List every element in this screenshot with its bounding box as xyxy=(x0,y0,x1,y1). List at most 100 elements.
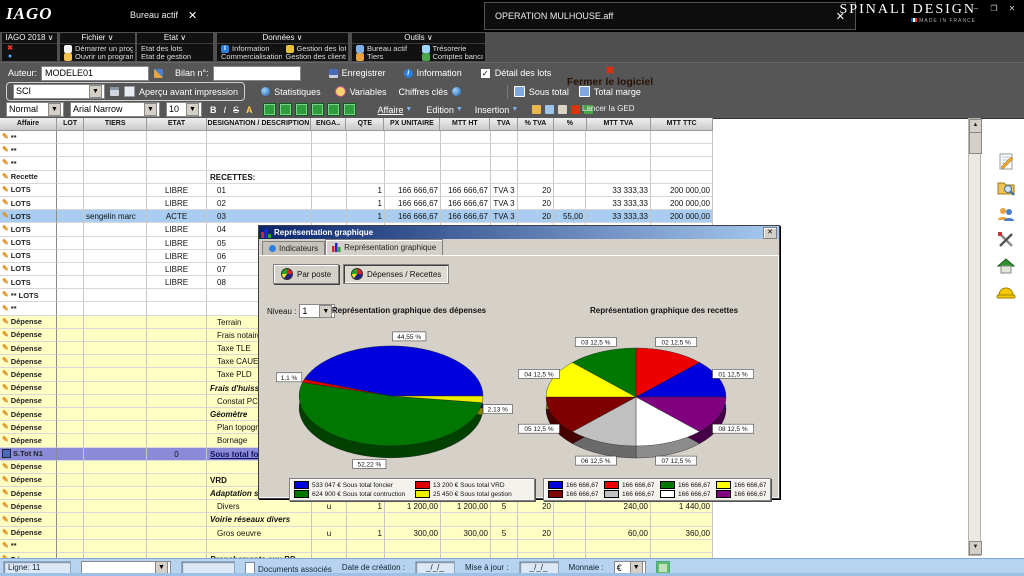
ribbon-item[interactable]: Démarrer un programme xyxy=(62,45,133,53)
strike-button[interactable]: S xyxy=(233,105,239,115)
ribbon-group-title[interactable]: IAGO 2018 ∨ xyxy=(2,33,57,44)
bold-button[interactable]: B xyxy=(210,105,217,115)
cell-t xyxy=(84,316,147,329)
column-header-mtt-ht: MTT HT xyxy=(440,118,490,131)
cell-a: ✎** xyxy=(0,540,57,553)
vertical-scrollbar[interactable]: ▲ ▼ xyxy=(968,118,981,556)
cell-lot xyxy=(57,355,84,368)
lancer-la-ged-button[interactable]: Lancer la GED xyxy=(582,104,634,113)
cell-t xyxy=(84,237,147,250)
table-row[interactable]: ✎DépenseVoirie réseaux divers xyxy=(0,513,713,526)
apercu-button[interactable]: Aperçu avant impression xyxy=(124,86,238,97)
cell-e xyxy=(147,316,207,329)
document-edit-icon[interactable] xyxy=(996,152,1016,172)
statistiques-button[interactable]: Statistiques xyxy=(261,87,321,97)
style-select[interactable]: Normal▼ xyxy=(6,102,64,117)
bilan-input[interactable] xyxy=(213,66,301,81)
italic-button[interactable]: I xyxy=(224,105,227,115)
table-row[interactable]: ✎** xyxy=(0,144,713,157)
table-row[interactable]: ✎** xyxy=(0,131,713,144)
menu-affaire[interactable]: Affaire▼ xyxy=(378,105,413,115)
ribbon-item[interactable]: Bureau actif xyxy=(354,45,418,53)
table-format-icon[interactable] xyxy=(343,103,356,116)
menu-insertion[interactable]: Insertion▼ xyxy=(475,105,518,115)
depenses-recettes-button[interactable]: Dépenses / Recettes xyxy=(343,264,449,284)
ribbon-item[interactable]: Ouvrir un programme xyxy=(62,53,133,61)
tab-operation-mulhouse[interactable]: OPERATION MULHOUSE.aff ✕ xyxy=(484,2,856,30)
ribbon-group-title[interactable]: Outils ∨ xyxy=(352,33,485,44)
table-row[interactable]: ✎** xyxy=(0,540,713,553)
close-icon[interactable]: ✕ xyxy=(188,9,197,22)
tools-icon[interactable] xyxy=(996,230,1016,250)
table-row[interactable]: ✎LOTSLIBRE011166 666,67166 666,67TVA 320… xyxy=(0,184,713,197)
detail-des-lots-checkbox[interactable]: ✓ Détail des lots xyxy=(480,68,552,79)
menu-edition[interactable]: Edition▼ xyxy=(426,105,462,115)
font-size-select[interactable]: 10▼ xyxy=(166,102,202,117)
close-button[interactable]: ✕ xyxy=(1006,4,1018,13)
enregistrer-button[interactable]: Enregistrer xyxy=(329,68,386,78)
dialog-titlebar[interactable]: Représentation graphique ✕ xyxy=(259,226,779,239)
helmet-icon[interactable] xyxy=(996,282,1016,302)
copy-icon[interactable] xyxy=(545,105,554,114)
printer-icon[interactable] xyxy=(110,87,119,96)
ribbon-group-title[interactable]: Données ∨ xyxy=(217,33,348,44)
pencil-icon: ✎ xyxy=(2,384,9,392)
table-row[interactable]: ✎DépenseDiversu11 200,001 200,00520240,0… xyxy=(0,500,713,513)
table-format-icon[interactable] xyxy=(295,103,308,116)
table-row[interactable]: ✎LOTSLIBRE021166 666,67166 666,67TVA 320… xyxy=(0,197,713,210)
ribbon-item[interactable]: Gestion des lots xyxy=(284,45,347,53)
tab-indicateurs[interactable]: Indicateurs xyxy=(262,241,325,255)
table-row[interactable]: ✎RecetteRECETTES: xyxy=(0,171,713,184)
ribbon-item[interactable]: Trésorerie xyxy=(420,45,484,53)
fermer-le-logiciel-button[interactable]: ✖ Fermer le logiciel xyxy=(560,66,660,88)
delete-icon[interactable] xyxy=(571,105,580,114)
documents-associes-button[interactable]: Documents associés xyxy=(245,562,332,574)
ribbon-item[interactable]: Comptes bancaires xyxy=(420,53,484,61)
folder-search-icon[interactable] xyxy=(996,178,1016,198)
legend-item: 166 666,67 € 04 xyxy=(716,481,766,489)
dialog-tabs: Indicateurs Représentation graphique xyxy=(259,239,779,256)
scrollbar-thumb[interactable] xyxy=(969,132,982,154)
ribbon-item[interactable]: Etat des lots xyxy=(139,45,211,53)
par-poste-button[interactable]: Par poste xyxy=(273,264,339,284)
ribbon-group-3: Etat ∨ Etat des lotsEtat de gestionEtat … xyxy=(137,33,213,61)
restore-button[interactable]: ❐ xyxy=(988,4,1000,13)
ribbon-group-title[interactable]: Fichier ∨ xyxy=(60,33,135,44)
paste-icon[interactable] xyxy=(558,105,567,114)
chiffres-cles-button[interactable]: Chiffres clés xyxy=(398,87,460,97)
table-format-icon[interactable] xyxy=(327,103,340,116)
ribbon-item[interactable]: ✖ xyxy=(4,45,55,53)
table-format-icon[interactable] xyxy=(263,103,276,116)
auteur-input[interactable]: MODELE01 xyxy=(41,66,149,81)
table-row[interactable]: ✎DépenseGros oeuvreu1300,00300,0052060,0… xyxy=(0,527,713,540)
ribbon-item[interactable]: Etat de gestion xyxy=(139,53,211,61)
ribbon-item[interactable]: Tiers xyxy=(354,53,418,61)
cell-lot xyxy=(57,263,84,276)
ribbon-item[interactable]: ● xyxy=(4,53,55,61)
ribbon-group-title[interactable]: Etat ∨ xyxy=(137,33,213,44)
font-select[interactable]: Arial Narrow▼ xyxy=(70,102,160,117)
house-icon[interactable] xyxy=(996,256,1016,276)
users-icon[interactable] xyxy=(996,204,1016,224)
tab-bureau-actif[interactable]: Bureau actif ✕ xyxy=(120,2,207,28)
ribbon-item[interactable]: Gestion des clients xyxy=(284,53,347,61)
legend-item: 166 666,67 € 03 xyxy=(660,481,710,489)
cut-icon[interactable] xyxy=(532,105,541,114)
information-button[interactable]: i Information xyxy=(404,68,462,78)
tab-representation-graphique[interactable]: Représentation graphique xyxy=(325,239,443,255)
scroll-down-button[interactable]: ▼ xyxy=(969,541,982,555)
scroll-up-button[interactable]: ▲ xyxy=(969,119,982,133)
cell-lot xyxy=(57,316,84,329)
table-row[interactable]: ✎LOTSsengelin marcACTE031166 666,67166 6… xyxy=(0,210,713,223)
font-color-button[interactable]: A xyxy=(246,105,253,115)
ribbon-item[interactable]: Commercialisation xyxy=(219,53,282,61)
ribbon-item[interactable]: iInformation xyxy=(219,45,282,53)
dialog-close-button[interactable]: ✕ xyxy=(763,227,777,239)
table-format-icon[interactable] xyxy=(279,103,292,116)
variables-button[interactable]: Variables xyxy=(335,86,387,97)
table-row[interactable]: ✎** xyxy=(0,157,713,170)
cell-lot xyxy=(57,223,84,236)
table-format-icon[interactable] xyxy=(311,103,324,116)
sci-select[interactable]: SCI▼ xyxy=(13,84,105,99)
minimize-button[interactable]: – xyxy=(970,4,982,13)
